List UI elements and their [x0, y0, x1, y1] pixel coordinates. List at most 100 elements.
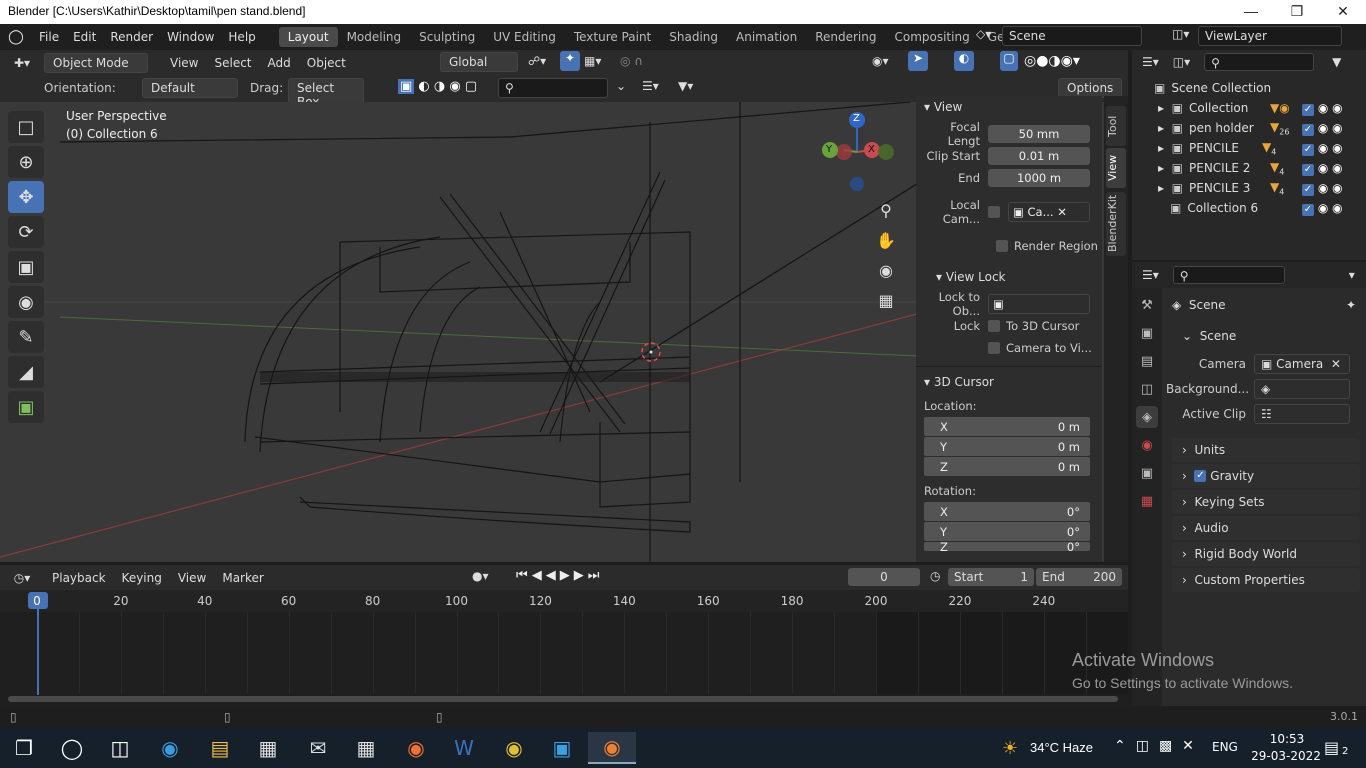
- cursor-tool-icon[interactable]: ⊕: [8, 146, 44, 178]
- menu-add[interactable]: Add: [260, 56, 299, 70]
- lock-cursor-checkbox[interactable]: [988, 320, 1000, 332]
- preview-range-icon[interactable]: ◷: [930, 569, 940, 583]
- timeline-scrollbar[interactable]: [8, 696, 1118, 702]
- playback-controls[interactable]: ⏮◀◀▶▶⏭: [516, 568, 603, 583]
- shading-mode-icons[interactable]: ◎●◑◉▾: [1024, 53, 1080, 69]
- pan-hand-icon[interactable]: ✋: [874, 226, 898, 256]
- texture-tab-icon[interactable]: ▦: [1136, 490, 1158, 512]
- active-clip-row[interactable]: Active Clip ☷: [1166, 402, 1366, 426]
- keying-menu[interactable]: Keying: [114, 571, 170, 585]
- annotate-tool-icon[interactable]: ✎: [8, 321, 44, 353]
- display-mode-icon[interactable]: ◫▾: [1173, 55, 1190, 69]
- auto-keying-icon[interactable]: ●▾: [472, 569, 489, 583]
- menu-file[interactable]: File: [32, 30, 66, 44]
- keying-sets-section[interactable]: › Keying Sets: [1172, 490, 1360, 514]
- mode-dropdown[interactable]: Object Mode: [44, 52, 148, 73]
- blender-taskbar-icon[interactable]: ◉: [588, 732, 636, 764]
- word-icon[interactable]: W: [444, 732, 484, 764]
- outliner-search-input[interactable]: ⚲: [1204, 53, 1315, 71]
- clip-end-field[interactable]: 1000 m: [988, 169, 1090, 187]
- firefox-icon[interactable]: ◉: [396, 732, 436, 764]
- orientation-dropdown[interactable]: Default: [142, 78, 238, 98]
- xray-toggle-icon[interactable]: ▢: [1000, 51, 1018, 71]
- world-tab-icon[interactable]: ◉: [1136, 434, 1158, 456]
- 3d-cursor-header[interactable]: ▾ 3D Cursor: [916, 371, 1102, 393]
- zoom-icon[interactable]: ⚲: [874, 196, 898, 226]
- row-visibility-icons[interactable]: ✓ ◉ ◉: [1302, 201, 1343, 216]
- tab-view[interactable]: View: [1106, 148, 1126, 188]
- file-explorer-icon[interactable]: ▤: [200, 732, 240, 764]
- cursor-loc-x[interactable]: X0 m: [924, 417, 1090, 436]
- search-input[interactable]: ⚲: [498, 78, 608, 98]
- proportional-edit-icon[interactable]: ◎ ∩: [620, 54, 643, 68]
- task-view-icon[interactable]: ◫: [100, 732, 140, 764]
- render-tab-icon[interactable]: ▣: [1136, 322, 1158, 344]
- menu-window[interactable]: Window: [160, 30, 221, 44]
- gizmo-toggle-icon[interactable]: ➤: [908, 51, 928, 71]
- tray-icons[interactable]: ⌃◫▩✕: [1114, 738, 1204, 754]
- custom-properties-section[interactable]: › Custom Properties: [1172, 568, 1360, 592]
- snap-icon[interactable]: ✦: [560, 51, 580, 71]
- language-indicator[interactable]: ENG: [1212, 740, 1238, 754]
- viewlayer-icon[interactable]: ◫▾: [1172, 27, 1189, 41]
- falloff-icon[interactable]: ⌄: [616, 79, 626, 93]
- scene-section-header[interactable]: ⌄ Scene: [1172, 324, 1360, 348]
- start-button-icon[interactable]: ❐: [4, 732, 44, 764]
- properties-editor-icon[interactable]: ☰▾: [1142, 268, 1159, 282]
- measure-tool-icon[interactable]: ◢: [8, 356, 44, 388]
- row-visibility-icons[interactable]: ✓ ◉ ◉: [1302, 121, 1343, 136]
- marker-menu[interactable]: Marker: [214, 571, 271, 585]
- blender-logo-icon[interactable]: ◯: [0, 29, 32, 45]
- menu-help[interactable]: Help: [221, 30, 262, 44]
- rigid-body-world-section[interactable]: › Rigid Body World: [1172, 542, 1360, 566]
- options-dropdown[interactable]: Options: [1058, 78, 1122, 98]
- edge-icon[interactable]: ◉: [150, 732, 190, 764]
- current-frame-field[interactable]: 0: [848, 568, 920, 586]
- outliner-editor-icon[interactable]: ☰▾: [1142, 55, 1159, 69]
- list-icon[interactable]: ☰▾: [642, 79, 659, 93]
- scale-tool-icon[interactable]: ▣: [8, 251, 44, 283]
- focal-length-row[interactable]: Focal Lengt 50 mm: [916, 120, 1102, 148]
- menu-view[interactable]: View: [162, 56, 206, 70]
- filter-icon[interactable]: ▼▾: [678, 79, 693, 93]
- menu-edit[interactable]: Edit: [66, 30, 103, 44]
- camera-view-icon[interactable]: ◉: [874, 256, 898, 286]
- calculator-icon[interactable]: ▦: [346, 732, 386, 764]
- lock-object-row[interactable]: Lock to Ob... ▣: [916, 290, 1102, 318]
- outliner-item-active[interactable]: ▣ Collection 6 ✓ ◉ ◉: [1132, 198, 1366, 218]
- row-visibility-icons[interactable]: ✓ ◉ ◉: [1302, 101, 1343, 116]
- local-camera-field[interactable]: ▣ Ca... ✕: [1008, 202, 1090, 222]
- background-row[interactable]: Background... ◈: [1166, 377, 1366, 401]
- gravity-checkbox[interactable]: ✓: [1194, 470, 1207, 482]
- overlay-toggle-icon[interactable]: ◐: [954, 51, 974, 71]
- cursor-rot-z[interactable]: Z 0°: [924, 542, 1090, 551]
- weather-text[interactable]: 34°C Haze: [1030, 740, 1093, 755]
- cursor-loc-z[interactable]: Z0 m: [924, 457, 1090, 476]
- output-tab-icon[interactable]: ▤: [1136, 350, 1158, 372]
- editor-type-icon[interactable]: ✚▾: [0, 56, 44, 70]
- menu-select[interactable]: Select: [206, 56, 259, 70]
- visibility-icon[interactable]: ◉▾: [872, 54, 889, 68]
- selection-mode-icons[interactable]: ▣ ◐ ◑ ◉ ▢: [398, 79, 477, 94]
- row-visibility-icons[interactable]: ✓ ◉ ◉: [1302, 141, 1343, 156]
- playback-menu[interactable]: Playback: [44, 571, 114, 585]
- app-icon[interactable]: ▣: [542, 732, 582, 764]
- view-lock-header[interactable]: ▾ View Lock: [916, 266, 1102, 288]
- tab-tool[interactable]: Tool: [1106, 106, 1126, 146]
- outliner-item[interactable]: ▸ ▣ PENCILE 3 ▼4 ✓ ◉ ◉: [1132, 178, 1366, 198]
- row-visibility-icons[interactable]: ✓ ◉ ◉: [1302, 161, 1343, 176]
- timeline-editor-icon[interactable]: ◷▾: [0, 571, 44, 585]
- menu-render[interactable]: Render: [103, 30, 160, 44]
- weather-icon[interactable]: ☀: [1002, 738, 1018, 759]
- viewlayer-field[interactable]: ViewLayer: [1198, 26, 1342, 46]
- add-cube-tool-icon[interactable]: ▣: [8, 391, 44, 423]
- minimize-button[interactable]: —: [1228, 0, 1274, 24]
- local-camera-row[interactable]: Local Cam... ▣ Ca... ✕: [916, 198, 1102, 226]
- tab-uv-editing[interactable]: UV Editing: [484, 27, 565, 47]
- gravity-section[interactable]: › ✓ Gravity: [1172, 464, 1360, 488]
- menu-object[interactable]: Object: [299, 56, 354, 70]
- ortho-grid-icon[interactable]: ▦: [874, 286, 898, 316]
- camera-field[interactable]: ▣ Camera ✕: [1254, 354, 1350, 374]
- render-region-row[interactable]: Render Region: [916, 236, 1102, 256]
- snap-target-icon[interactable]: ▦▾: [584, 54, 601, 68]
